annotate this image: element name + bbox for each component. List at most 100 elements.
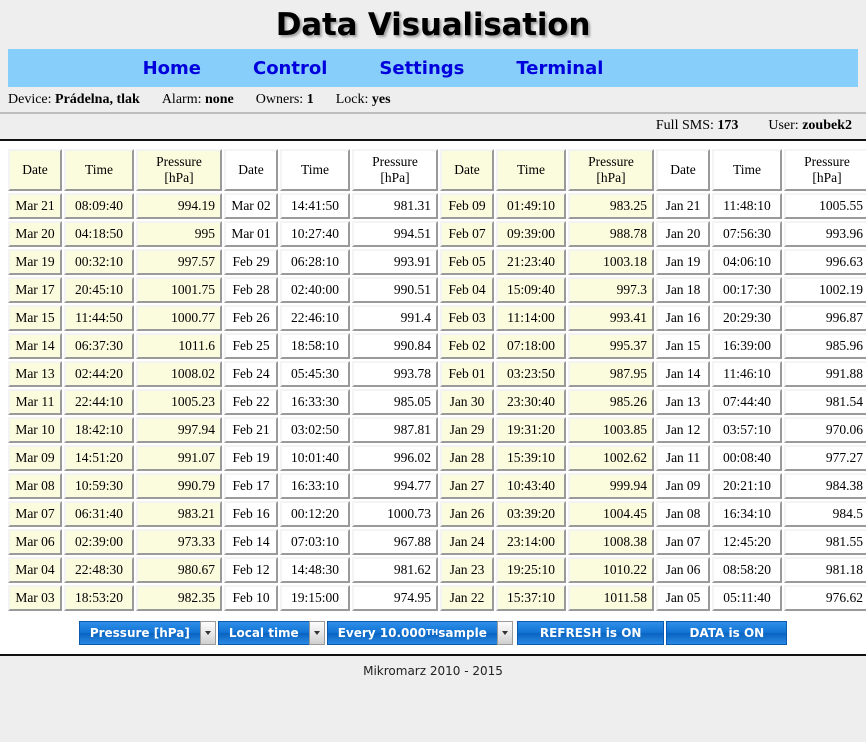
cell-pressure: 981.54 [784,389,866,415]
cell-date: Jan 23 [440,557,494,583]
table-row: Mar 21 08:09:40 994.19 Mar 02 14:41:50 981.31… [8,193,866,219]
cell-pressure: 1010.22 [568,557,654,583]
nav-item-settings[interactable]: Settings [379,58,464,79]
timebase-select-arrow[interactable] [308,621,325,645]
device-label: Device: [8,92,52,107]
sampling-select[interactable]: Every 10.000 TH sample [326,621,513,645]
table-row: Mar 08 10:59:30 990.79 Feb 17 16:33:10 994.77… [8,473,866,499]
cell-date: Jan 22 [440,585,494,611]
cell-time: 23:30:40 [496,389,566,415]
cell-time: 08:58:20 [712,557,782,583]
table-row: Mar 14 06:37:30 1011.6 Feb 25 18:58:10 990.84… [8,333,866,359]
cell-date: Mar 04 [8,557,62,583]
cell-time: 14:51:20 [64,445,134,471]
cell-pressure: 1004.45 [568,501,654,527]
nav-item-control[interactable]: Control [253,58,327,79]
timebase-select-value[interactable]: Local time [217,621,309,645]
column-header-date-4: Date [656,149,710,191]
cell-time: 06:28:10 [280,249,350,275]
table-row: Mar 15 11:44:50 1000.77 Feb 26 22:46:10 991.4… [8,305,866,331]
controls-bar: Pressure [hPa] Local time Every 10.000 TH… [0,613,866,656]
pressure-header-line2: [hPa] [596,170,626,185]
timebase-select[interactable]: Local time [217,621,325,645]
cell-pressure: 981.18 [784,557,866,583]
pressure-header-line1: Pressure [588,154,634,170]
cell-time: 00:12:20 [280,501,350,527]
full-sms-label: Full SMS: [655,118,714,133]
table-row: Mar 04 22:48:30 980.67 Feb 12 14:48:30 981.62… [8,557,866,583]
cell-date: Mar 15 [8,305,62,331]
cell-time: 18:58:10 [280,333,350,359]
cell-date: Mar 10 [8,417,62,443]
data-toggle-button[interactable]: DATA is ON [666,621,788,645]
column-header-time-2: Time [280,149,350,191]
nav-item-terminal[interactable]: Terminal [516,58,603,79]
cell-pressure: 997.94 [136,417,222,443]
cell-pressure: 981.31 [352,193,438,219]
chevron-down-icon [501,631,508,635]
table-row: Mar 03 18:53:20 982.35 Feb 10 19:15:00 974.95… [8,585,866,611]
cell-pressure: 983.25 [568,193,654,219]
cell-time: 11:14:00 [496,305,566,331]
cell-time: 11:44:50 [64,305,134,331]
cell-date: Jan 30 [440,389,494,415]
cell-pressure: 984.38 [784,473,866,499]
cell-time: 04:06:10 [712,249,782,275]
cell-pressure: 1005.55 [784,193,866,219]
cell-date: Jan 18 [656,277,710,303]
cell-pressure: 994.19 [136,193,222,219]
user-field: User: zoubek2 [768,118,852,134]
device-info-bar: Device: Prádelna, tlak Alarm: none Owner… [0,87,866,114]
column-header-time-1: Time [64,149,134,191]
cell-pressure: 997.57 [136,249,222,275]
cell-time: 12:45:20 [712,529,782,555]
device-value: Prádelna, tlak [55,92,140,107]
cell-date: Mar 09 [8,445,62,471]
column-header-pressure-4: Pressure [hPa] [784,149,866,191]
refresh-toggle-button[interactable]: REFRESH is ON [516,621,665,645]
cell-pressure: 976.62 [784,585,866,611]
cell-pressure: 981.55 [784,529,866,555]
column-header-date-2: Date [224,149,278,191]
lock-value: yes [371,92,391,107]
pressure-header-line2: [hPa] [812,170,842,185]
cell-pressure: 1003.85 [568,417,654,443]
cell-time: 10:43:40 [496,473,566,499]
cell-pressure: 991.07 [136,445,222,471]
cell-time: 22:44:10 [64,389,134,415]
sampling-select-arrow[interactable] [496,621,513,645]
cell-time: 19:15:00 [280,585,350,611]
quantity-select-arrow[interactable] [199,621,216,645]
cell-pressure: 990.79 [136,473,222,499]
header-band: Data Visualisation [0,0,866,49]
cell-date: Feb 10 [224,585,278,611]
table-row: Mar 09 14:51:20 991.07 Feb 19 10:01:40 996.02… [8,445,866,471]
cell-time: 09:39:00 [496,221,566,247]
cell-date: Feb 14 [224,529,278,555]
cell-date: Feb 28 [224,277,278,303]
pressure-header-line1: Pressure [372,154,418,170]
cell-date: Jan 24 [440,529,494,555]
cell-date: Mar 14 [8,333,62,359]
cell-time: 22:48:30 [64,557,134,583]
cell-pressure: 990.51 [352,277,438,303]
user-label: User: [768,118,799,133]
quantity-select-value[interactable]: Pressure [hPa] [78,621,200,645]
cell-time: 07:56:30 [712,221,782,247]
cell-pressure: 974.95 [352,585,438,611]
alarm-label: Alarm: [161,92,202,107]
cell-date: Jan 12 [656,417,710,443]
cell-time: 23:14:00 [496,529,566,555]
cell-time: 00:17:30 [712,277,782,303]
cell-pressure: 993.91 [352,249,438,275]
quantity-select[interactable]: Pressure [hPa] [78,621,216,645]
status-bar: Full SMS: 173 User: zoubek2 [0,114,866,141]
cell-pressure: 993.78 [352,361,438,387]
sampling-select-value[interactable]: Every 10.000 TH sample [326,621,497,645]
sampling-text-pre: Every 10.000 [337,626,427,640]
chevron-down-icon [204,631,211,635]
cell-time: 19:25:10 [496,557,566,583]
nav-item-home[interactable]: Home [143,58,201,79]
cell-time: 07:03:10 [280,529,350,555]
cell-time: 20:45:10 [64,277,134,303]
